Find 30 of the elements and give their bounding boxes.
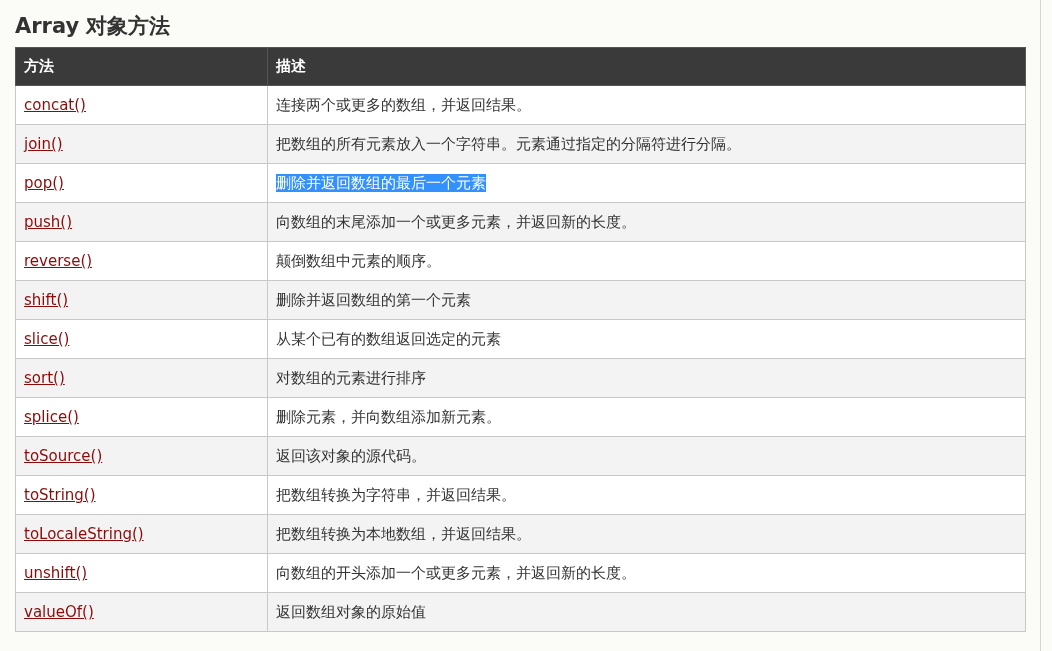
method-link[interactable]: splice() xyxy=(24,408,79,426)
description-text: 返回该对象的源代码。 xyxy=(276,446,426,465)
section-heading: Array 对象方法 xyxy=(15,13,172,40)
description-text: 颠倒数组中元素的顺序。 xyxy=(276,251,441,270)
method-link[interactable]: slice() xyxy=(24,330,70,348)
description-text: 向数组的开头添加一个或更多元素，并返回新的长度。 xyxy=(276,563,636,582)
description-text: 删除并返回数组的最后一个元素 xyxy=(276,173,486,192)
description-text: 对数组的元素进行排序 xyxy=(276,368,426,387)
method-link[interactable]: shift() xyxy=(24,291,69,309)
description-text: 把数组的所有元素放入一个字符串。元素通过指定的分隔符进行分隔。 xyxy=(276,134,741,153)
method-link[interactable]: join() xyxy=(24,135,63,153)
description-text: 返回数组对象的原始值 xyxy=(276,602,426,621)
column-header: 描述 xyxy=(267,47,1026,86)
description-text: 连接两个或更多的数组，并返回结果。 xyxy=(276,95,531,114)
method-link[interactable]: push() xyxy=(24,213,73,231)
method-link[interactable]: valueOf() xyxy=(24,603,94,621)
method-link[interactable]: concat() xyxy=(24,96,86,114)
description-text: 把数组转换为本地数组，并返回结果。 xyxy=(276,524,531,543)
method-link[interactable]: unshift() xyxy=(24,564,88,582)
method-link[interactable]: reverse() xyxy=(24,252,93,270)
method-link[interactable]: toString() xyxy=(24,486,96,504)
description-text: 把数组转换为字符串，并返回结果。 xyxy=(276,485,516,504)
description-text: 向数组的末尾添加一个或更多元素，并返回新的长度。 xyxy=(276,212,636,231)
method-link[interactable]: sort() xyxy=(24,369,65,387)
description-text: 从某个已有的数组返回选定的元素 xyxy=(276,329,501,348)
method-link[interactable]: pop() xyxy=(24,174,64,192)
column-header: 方法 xyxy=(15,47,268,86)
method-link[interactable]: toSource() xyxy=(24,447,103,465)
description-text: 删除并返回数组的第一个元素 xyxy=(276,290,471,309)
description-text: 删除元素，并向数组添加新元素。 xyxy=(276,407,501,426)
